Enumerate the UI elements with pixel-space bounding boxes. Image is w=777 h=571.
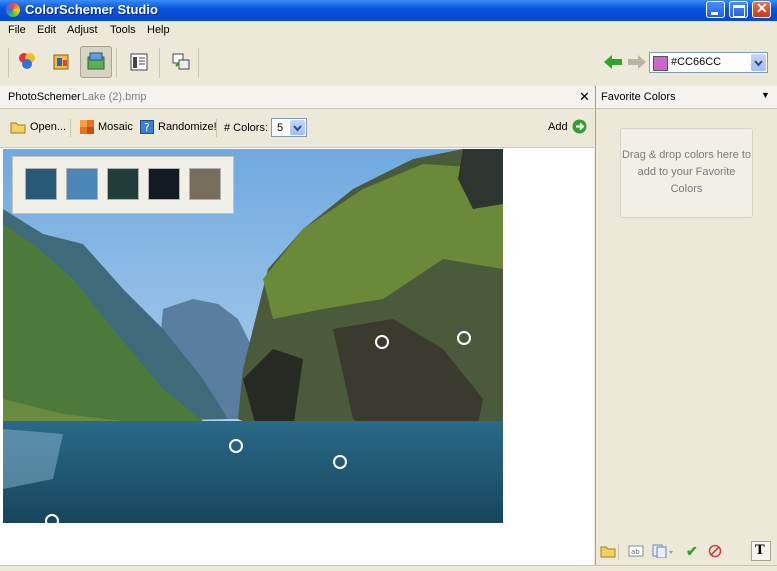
mosaic-label: Mosaic (98, 121, 133, 133)
text-format-icon[interactable]: T (751, 541, 771, 561)
sample-point-handle[interactable] (457, 331, 471, 345)
favorites-drop-zone[interactable]: Drag & drop colors here to add to your F… (620, 128, 753, 218)
photo-schemer-icon (87, 52, 105, 70)
photo-schemer-button[interactable] (80, 46, 112, 78)
colors-count-select[interactable]: 5 (271, 118, 307, 137)
menu-edit[interactable]: Edit (37, 24, 56, 36)
copy-icon[interactable] (652, 544, 674, 561)
sample-point-handle[interactable] (229, 439, 243, 453)
toolbar-separator (198, 48, 199, 78)
close-icon: ✕ (756, 0, 768, 16)
randomize-icon: ? (140, 120, 154, 134)
file-name: - Lake (2).bmp (75, 91, 147, 103)
gallery-button[interactable] (123, 46, 155, 78)
chevron-down-icon[interactable] (751, 54, 766, 71)
folder-open-icon (10, 122, 26, 134)
delete-icon[interactable] (708, 544, 722, 561)
favorites-title: Favorite Colors (601, 91, 676, 103)
close-window-button[interactable]: ✕ (752, 0, 771, 18)
photo-panel-header: PhotoSchemer - Lake (2).bmp ✕ (0, 86, 594, 109)
add-button[interactable]: Add (546, 118, 587, 136)
favorites-header: Favorite Colors ▼ (596, 86, 777, 109)
new-folder-icon[interactable] (600, 544, 616, 561)
maximize-button[interactable] (729, 1, 748, 18)
current-color-swatch (653, 56, 668, 71)
palette-icon (53, 54, 69, 70)
sample-point-handle[interactable] (45, 514, 59, 528)
mosaic-icon (80, 120, 94, 134)
checkmark-icon[interactable]: ✔ (686, 543, 698, 560)
palette-button[interactable] (45, 46, 77, 78)
panel-title: PhotoSchemer (8, 91, 81, 103)
palette-swatch[interactable] (107, 168, 139, 200)
menu-tools[interactable]: Tools (110, 24, 136, 36)
add-arrow-icon (572, 119, 587, 134)
colors-count-label: # Colors: (224, 122, 269, 134)
photo-canvas[interactable] (0, 147, 594, 566)
close-panel-icon[interactable]: ✕ (579, 89, 590, 105)
menu-help[interactable]: Help (147, 24, 170, 36)
forward-arrow-icon[interactable] (627, 54, 647, 70)
svg-text:ab: ab (631, 548, 640, 556)
toolbar-grip (8, 48, 9, 78)
palette-swatch[interactable] (189, 168, 221, 200)
current-color-value: #CC66CC (671, 56, 722, 68)
window-title: ColorSchemer Studio (25, 2, 158, 17)
palette-overlay (12, 156, 234, 214)
gallery-icon (130, 53, 148, 71)
separator (216, 119, 217, 137)
toolbar-separator (116, 48, 117, 78)
photo-toolbar: Open... Mosaic ? Randomize! # Colors: 5 … (0, 109, 594, 147)
palette-swatch[interactable] (148, 168, 180, 200)
chevron-down-icon[interactable] (290, 120, 305, 135)
print-icon (172, 53, 190, 70)
add-label: Add (548, 121, 568, 133)
colors-count-value: 5 (277, 122, 284, 134)
separator (70, 119, 71, 137)
sample-point-handle[interactable] (333, 455, 347, 469)
menu-bar: File Edit Adjust Tools Help (0, 21, 777, 40)
toolbar-separator (159, 48, 160, 78)
rename-icon[interactable]: ab (628, 544, 644, 561)
dropdown-arrow-icon[interactable]: ▼ (761, 90, 770, 100)
palette-swatch[interactable] (66, 168, 98, 200)
minimize-button[interactable] (706, 1, 725, 18)
sample-point-handle[interactable] (375, 335, 389, 349)
menu-file[interactable]: File (8, 24, 26, 36)
color-wheel-button[interactable] (11, 46, 43, 78)
app-logo-icon (6, 3, 20, 17)
status-bar (0, 565, 777, 571)
current-color-select[interactable]: #CC66CC (649, 52, 768, 73)
open-label: Open... (30, 121, 67, 133)
palette-swatch[interactable] (25, 168, 57, 200)
print-button[interactable] (165, 46, 197, 78)
menu-adjust[interactable]: Adjust (67, 24, 98, 36)
color-wheel-icon (19, 53, 35, 69)
favorites-panel: Favorite Colors ▼ Drag & drop colors her… (595, 86, 777, 565)
title-bar: ColorSchemer Studio ✕ (0, 0, 777, 21)
back-arrow-icon[interactable] (603, 54, 623, 70)
svg-text:?: ? (144, 121, 150, 134)
separator (618, 544, 619, 560)
randomize-label: Randomize! (158, 121, 217, 133)
